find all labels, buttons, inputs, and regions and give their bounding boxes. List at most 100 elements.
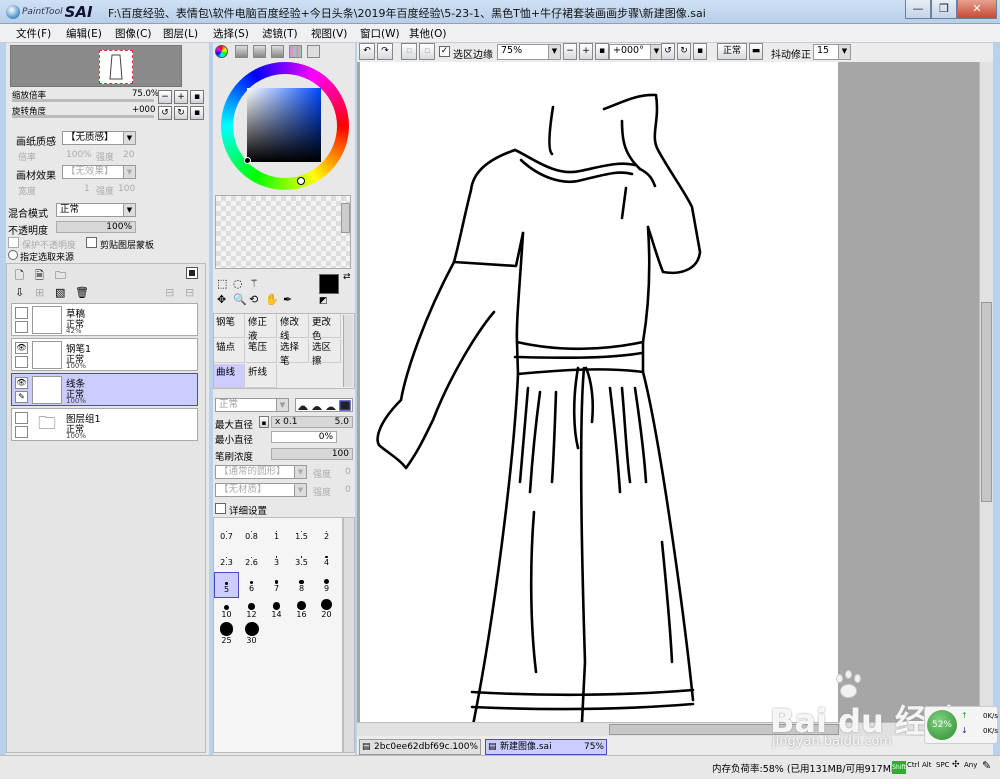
canvas-mode-menu-button[interactable]: ▬ [749,43,763,60]
layer-row-selected[interactable]: 👁 ✎ 线条 正常 100% [11,373,198,406]
rotate-ccw-button[interactable]: ↺ [158,106,172,120]
canvas-paper[interactable] [360,62,838,732]
menu-layer[interactable]: 图层(L) [163,26,198,41]
selection-source-radio[interactable] [8,250,18,260]
zoom-in-button[interactable]: + [174,90,188,104]
min-diameter-slider[interactable]: 0% [271,431,337,443]
network-widget[interactable]: 52% ↑ 0K/s ↓ 0K/s [924,706,998,744]
deselect-icon[interactable]: ▫ [401,43,417,60]
tool-correction[interactable]: 修正液 [246,314,277,342]
undo-icon[interactable]: ↶ [359,43,375,60]
brush-size-preset[interactable]: 2.6 [239,546,264,572]
tool-select-eraser[interactable]: 选区擦 [310,339,341,367]
brush-size-scrollbar[interactable] [343,517,355,753]
opacity-slider[interactable]: 100% [56,221,136,233]
brush-size-preset[interactable]: 7 [264,572,289,598]
brush-size-preset[interactable]: 2.3 [214,546,239,572]
canvas-rotate-reset-button[interactable]: ▪ [693,43,707,60]
canvas-mode-select[interactable]: 正常 [717,43,747,60]
canvas-zoom-out-button[interactable]: − [563,43,577,60]
swatch-tab-icon[interactable] [289,45,302,58]
clip-mask-checkbox[interactable] [86,237,97,248]
lock-toggle[interactable] [15,321,28,333]
new-folder-icon[interactable]: 🗀 [55,267,66,286]
tool-curve[interactable]: 曲线 [214,364,245,388]
hue-picker-handle[interactable] [297,177,305,185]
rgb-slider-tab-icon[interactable] [235,45,248,58]
brush-size-preset[interactable]: 25 [214,622,239,650]
eye-icon[interactable]: 👁 [15,377,28,389]
layer-row[interactable]: 草稿 正常 42% [11,303,198,336]
menu-filter[interactable]: 滤镜(T) [262,26,298,41]
brush-size-preset[interactable]: 6 [239,572,264,598]
rotate-cw-button[interactable]: ↻ [174,106,188,120]
brush-size-preset[interactable]: 1.5 [289,520,314,546]
lasso-icon[interactable]: ◌ [233,277,243,290]
rotate-icon[interactable]: ⟲ [249,293,258,306]
brush-size-preset[interactable]: 30 [239,622,264,650]
paper-texture-select[interactable]: 【无质感】 ▼ [62,131,136,145]
minimize-button[interactable]: — [905,0,931,19]
brush-texture-select[interactable]: 【无材质】 ▼ [215,483,307,497]
pen-edit-icon[interactable]: ✎ [15,391,28,403]
apply-mask-icon[interactable]: ⊟ [165,286,174,299]
density-slider[interactable]: 100 [271,448,353,460]
vertical-scroll-thumb[interactable] [981,302,992,502]
tool-change-color[interactable]: 更改色 [310,314,341,342]
brush-size-preset[interactable]: 8 [289,572,314,598]
horizontal-scrollbar[interactable] [357,722,979,736]
zoom-icon[interactable]: 🔍 [233,293,247,306]
trash-icon[interactable]: 🗑 [75,286,89,299]
new-linework-layer-icon[interactable]: 🗎 [35,267,44,286]
rotate-reset-button[interactable]: ▪ [190,106,204,120]
maximize-button[interactable]: ❐ [931,0,957,19]
swap-colors-icon[interactable]: ⇄ [343,272,351,282]
document-tab-active[interactable]: ▤ 新建图像.sai 75% [485,739,607,755]
eye-icon[interactable]: 👁 [15,342,28,354]
merge-down-icon[interactable]: ⊞ [35,286,44,299]
scratchpad[interactable] [215,195,351,269]
brush-size-preset[interactable]: 20 [314,598,339,624]
selection-edge-checkbox[interactable]: ✓ [439,46,450,57]
zoom-out-button[interactable]: − [158,90,172,104]
brush-size-preset[interactable]: 3.5 [289,546,314,572]
hand-icon[interactable]: ✋ [265,293,279,306]
brush-size-preset[interactable]: 0.7 [214,520,239,546]
menu-file[interactable]: 文件(F) [16,26,51,41]
foreground-color[interactable] [319,274,339,294]
paper-effect-select[interactable]: 【无效果】 ▼ [62,165,136,179]
color-picker-handle[interactable] [244,157,251,164]
menu-image[interactable]: 图像(C) [115,26,152,41]
brush-size-preset[interactable]: 10 [214,598,239,624]
tool-pressure[interactable]: 笔压 [246,339,277,363]
canvas-zoom-select[interactable]: 75% ▼ [497,44,561,60]
horizontal-scroll-thumb[interactable] [609,724,839,735]
menu-other[interactable]: 其他(O) [409,26,446,41]
eyedropper-icon[interactable]: ✒ [283,293,292,306]
rotate-slider[interactable] [12,115,154,118]
canvas-zoom-reset-button[interactable]: ▪ [595,43,609,60]
tool-scrollbar[interactable] [343,315,353,387]
max-diameter-menu[interactable]: ▪ [259,416,269,428]
lock-toggle[interactable] [15,356,28,368]
transfer-down-icon[interactable]: ⇩ [15,286,24,299]
zoom-reset-button[interactable]: ▪ [190,90,204,104]
brush-size-preset[interactable]: 0.8 [239,520,264,546]
canvas-viewport[interactable] [357,62,979,732]
zoom-slider[interactable] [12,99,154,102]
brush-size-preset[interactable]: 3 [264,546,289,572]
color-wheel-tab-icon[interactable] [215,45,228,58]
layer-row[interactable]: 👁 钢笔1 正常 100% [11,338,198,371]
brush-size-preset[interactable]: 2 [314,520,339,546]
vertical-scrollbar[interactable] [979,62,993,722]
stabilizer-select[interactable]: 15 ▼ [813,44,851,60]
brush-size-preset[interactable]: 5 [214,572,239,598]
menu-select[interactable]: 选择(S) [213,26,249,41]
brush-size-preset[interactable]: 16 [289,598,314,624]
visibility-toggle[interactable] [15,412,28,424]
lock-toggle[interactable] [15,426,28,438]
brush-shape-select[interactable]: 【通常的圆形】 ▼ [215,465,307,479]
canvas-zoom-in-button[interactable]: + [579,43,593,60]
detail-settings-checkbox[interactable] [215,503,226,514]
canvas-rotate-cw-button[interactable]: ↻ [677,43,691,60]
